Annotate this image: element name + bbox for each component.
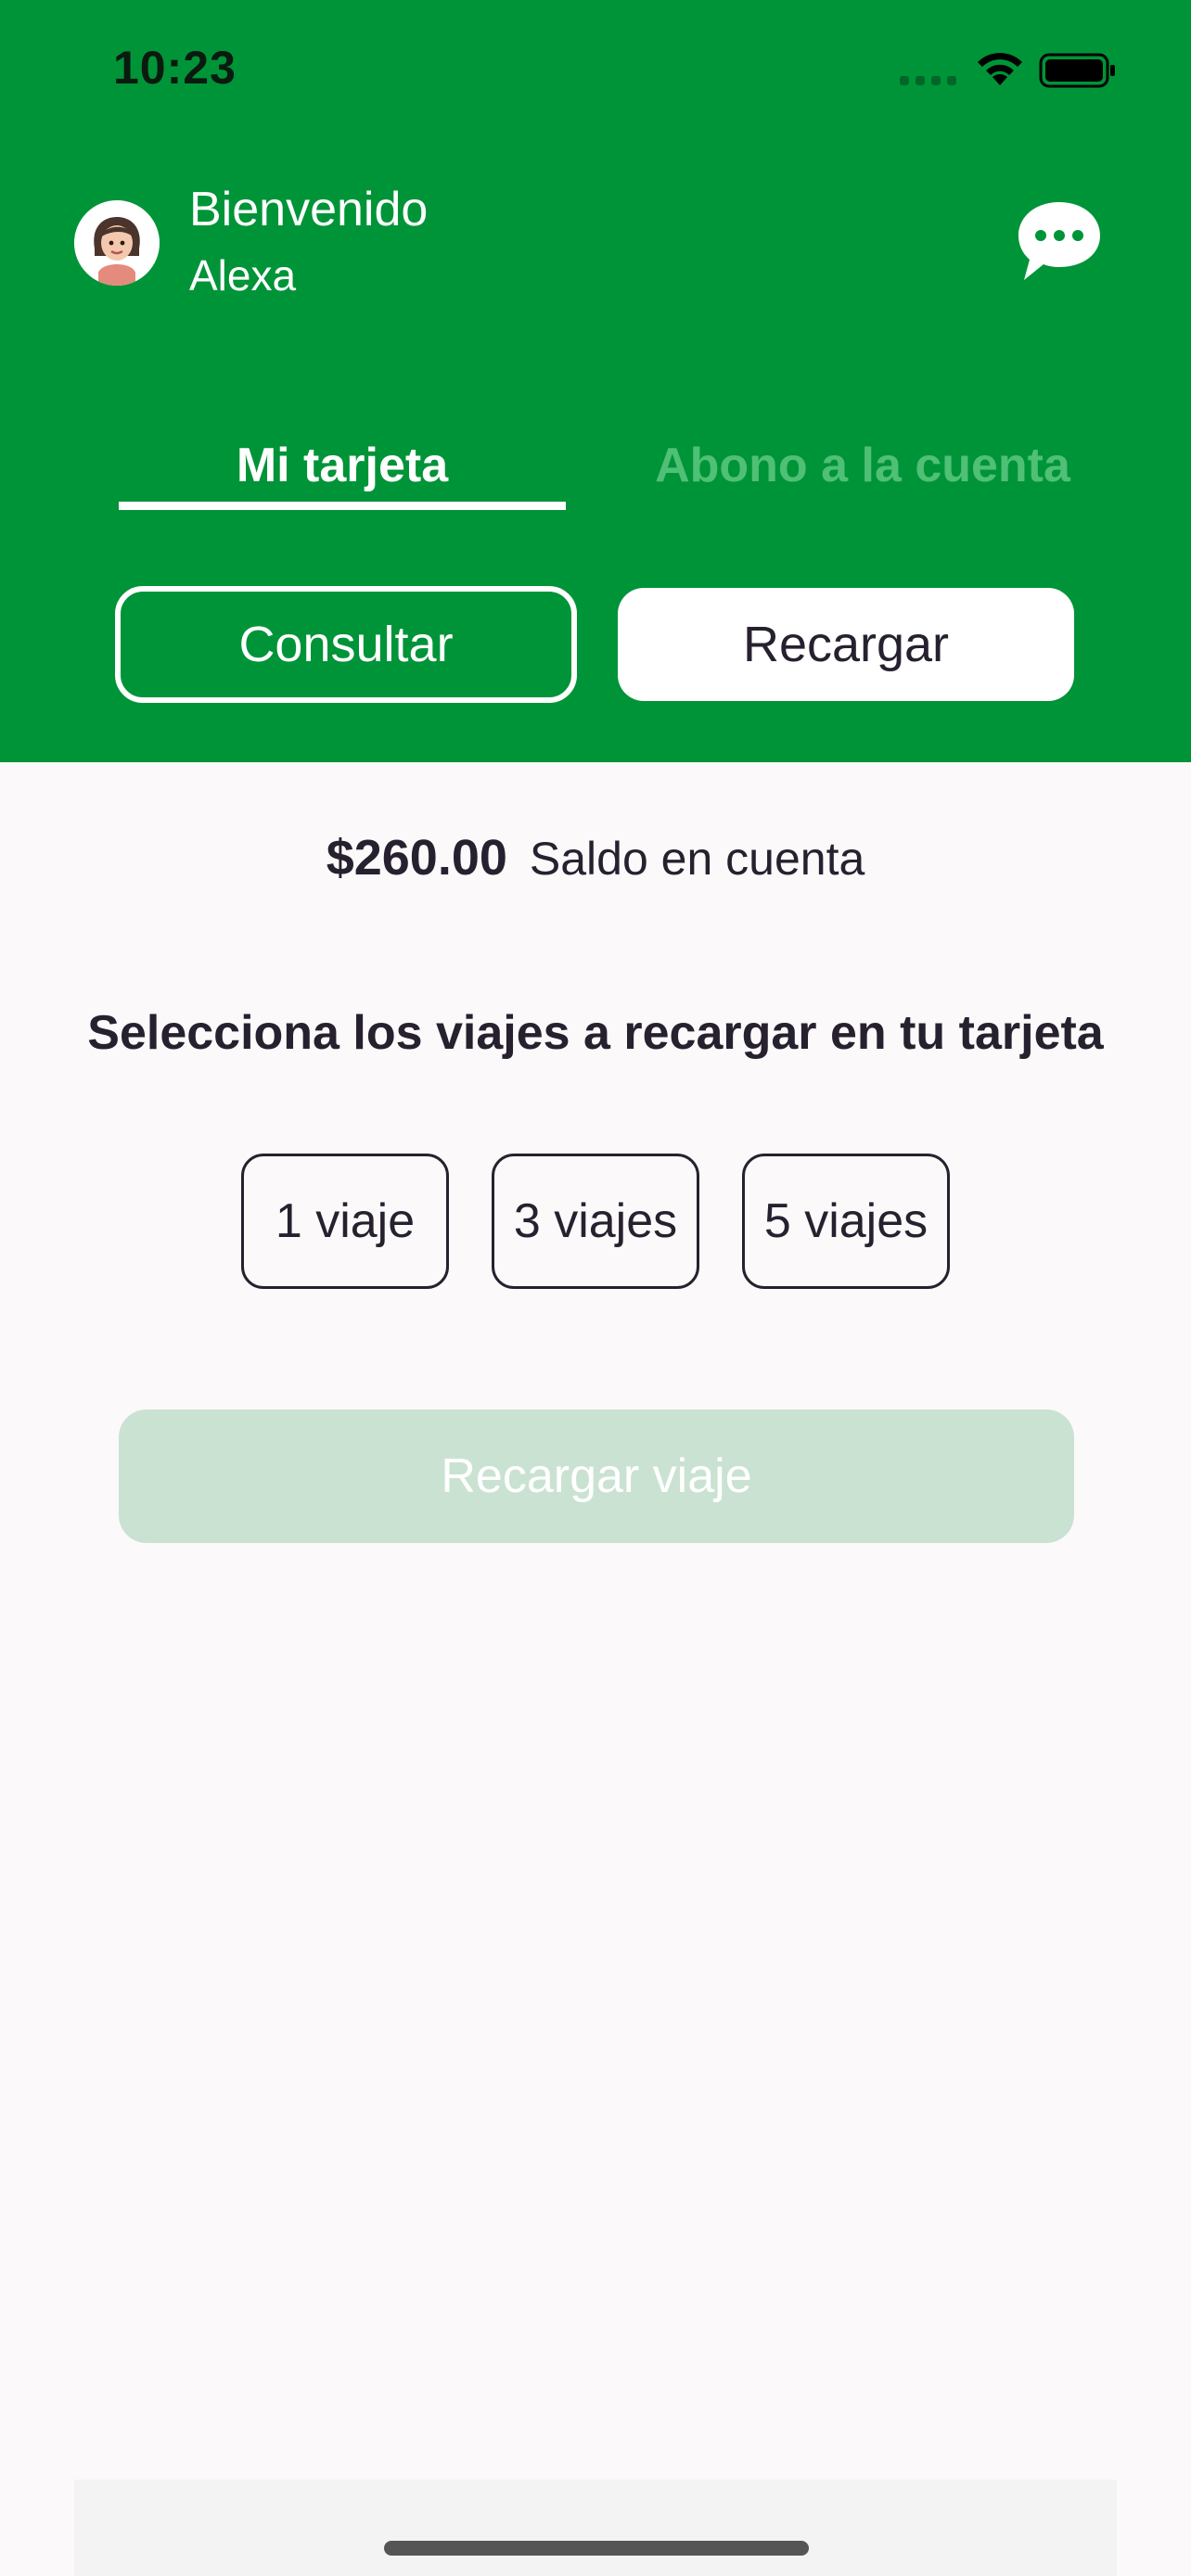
recharge-button[interactable]: Recargar	[618, 588, 1074, 701]
tab-mi-tarjeta[interactable]: Mi tarjeta	[119, 427, 566, 510]
trip-selection-title: Selecciona los viajes a recargar en tu t…	[87, 1006, 1104, 1060]
active-tab-underline	[119, 502, 566, 510]
greeting-text: Bienvenido	[189, 183, 429, 236]
avatar[interactable]	[74, 200, 160, 286]
memoji-avatar-icon	[74, 200, 160, 286]
trip-option-3[interactable]: 3 viajes	[492, 1154, 699, 1289]
tab-label: Mi tarjeta	[236, 439, 449, 492]
user-name: Alexa	[189, 251, 297, 300]
chat-button[interactable]	[1011, 195, 1108, 287]
consult-button[interactable]: Consultar	[115, 586, 577, 703]
balance-label: Saldo en cuenta	[529, 833, 865, 885]
trip-option-1[interactable]: 1 viaje	[241, 1154, 449, 1289]
balance-row: $260.00 Saldo en cuenta	[0, 829, 1191, 886]
recharge-trip-button[interactable]: Recargar viaje	[119, 1409, 1074, 1543]
cellular-signal-icon	[900, 76, 957, 85]
tab-label: Abono a la cuenta	[655, 439, 1070, 492]
tab-abono-a-la-cuenta[interactable]: Abono a la cuenta	[640, 427, 1085, 510]
bottom-safe-area	[74, 2480, 1117, 2576]
home-indicator[interactable]	[384, 2541, 809, 2556]
balance-amount: $260.00	[326, 830, 507, 886]
status-time: 10:23	[113, 42, 237, 94]
trip-option-5[interactable]: 5 viajes	[742, 1154, 950, 1289]
wifi-icon	[978, 53, 1022, 85]
battery-icon	[1039, 53, 1115, 88]
chat-bubble-icon	[1018, 202, 1100, 280]
app-header: 10:23 Bienvenido Alexa Mi tarjeta Abono …	[0, 0, 1191, 762]
